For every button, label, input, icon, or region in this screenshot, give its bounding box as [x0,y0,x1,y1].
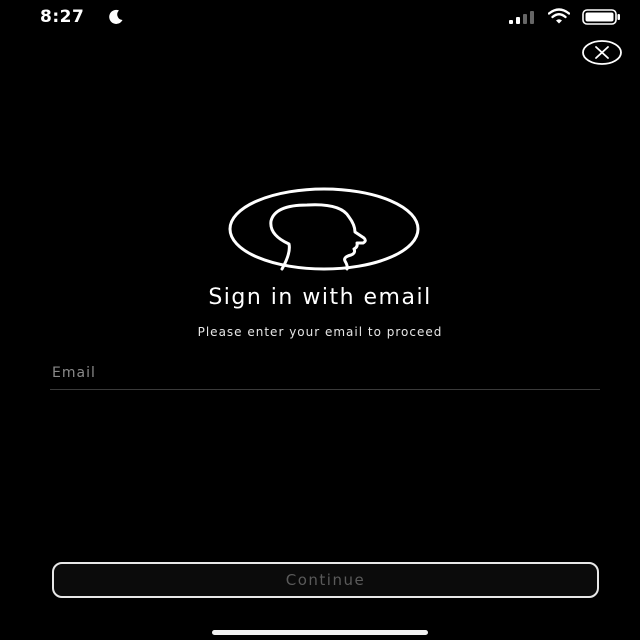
continue-button[interactable]: Continue [52,562,599,598]
battery-icon [582,9,620,25]
moon-icon [109,9,123,24]
wifi-icon [548,8,570,24]
sign-in-screen: 8:27 Sign in with email Please enter you… [0,0,640,640]
close-icon [582,40,622,65]
page-title: Sign in with email [208,285,432,310]
status-time: 8:27 [40,7,85,27]
person-silhouette-icon [228,187,420,271]
home-indicator[interactable] [212,630,428,635]
close-button[interactable] [581,39,623,66]
email-field[interactable] [50,358,600,390]
status-bar: 8:27 [0,0,640,34]
cellular-signal-icon [509,11,534,24]
page-subtitle: Please enter your email to proceed [197,325,443,339]
